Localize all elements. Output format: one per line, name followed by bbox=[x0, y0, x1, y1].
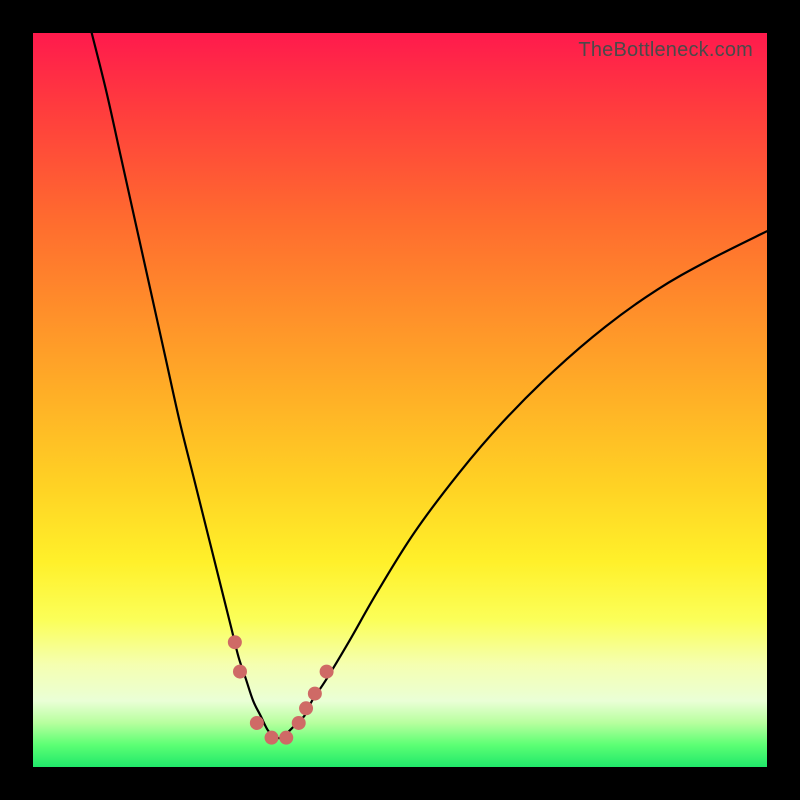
curve-right-branch bbox=[275, 231, 767, 738]
marker-dot bbox=[308, 687, 322, 701]
plot-area: TheBottleneck.com bbox=[33, 33, 767, 767]
marker-dot bbox=[320, 665, 334, 679]
marker-dot bbox=[265, 731, 279, 745]
chart-svg bbox=[33, 33, 767, 767]
marker-dot bbox=[279, 731, 293, 745]
marker-dot bbox=[292, 716, 306, 730]
curve-left-branch bbox=[92, 33, 276, 738]
marker-dot bbox=[250, 716, 264, 730]
marker-group bbox=[228, 635, 334, 744]
marker-dot bbox=[233, 665, 247, 679]
outer-frame: TheBottleneck.com bbox=[0, 0, 800, 800]
marker-dot bbox=[299, 701, 313, 715]
marker-dot bbox=[228, 635, 242, 649]
